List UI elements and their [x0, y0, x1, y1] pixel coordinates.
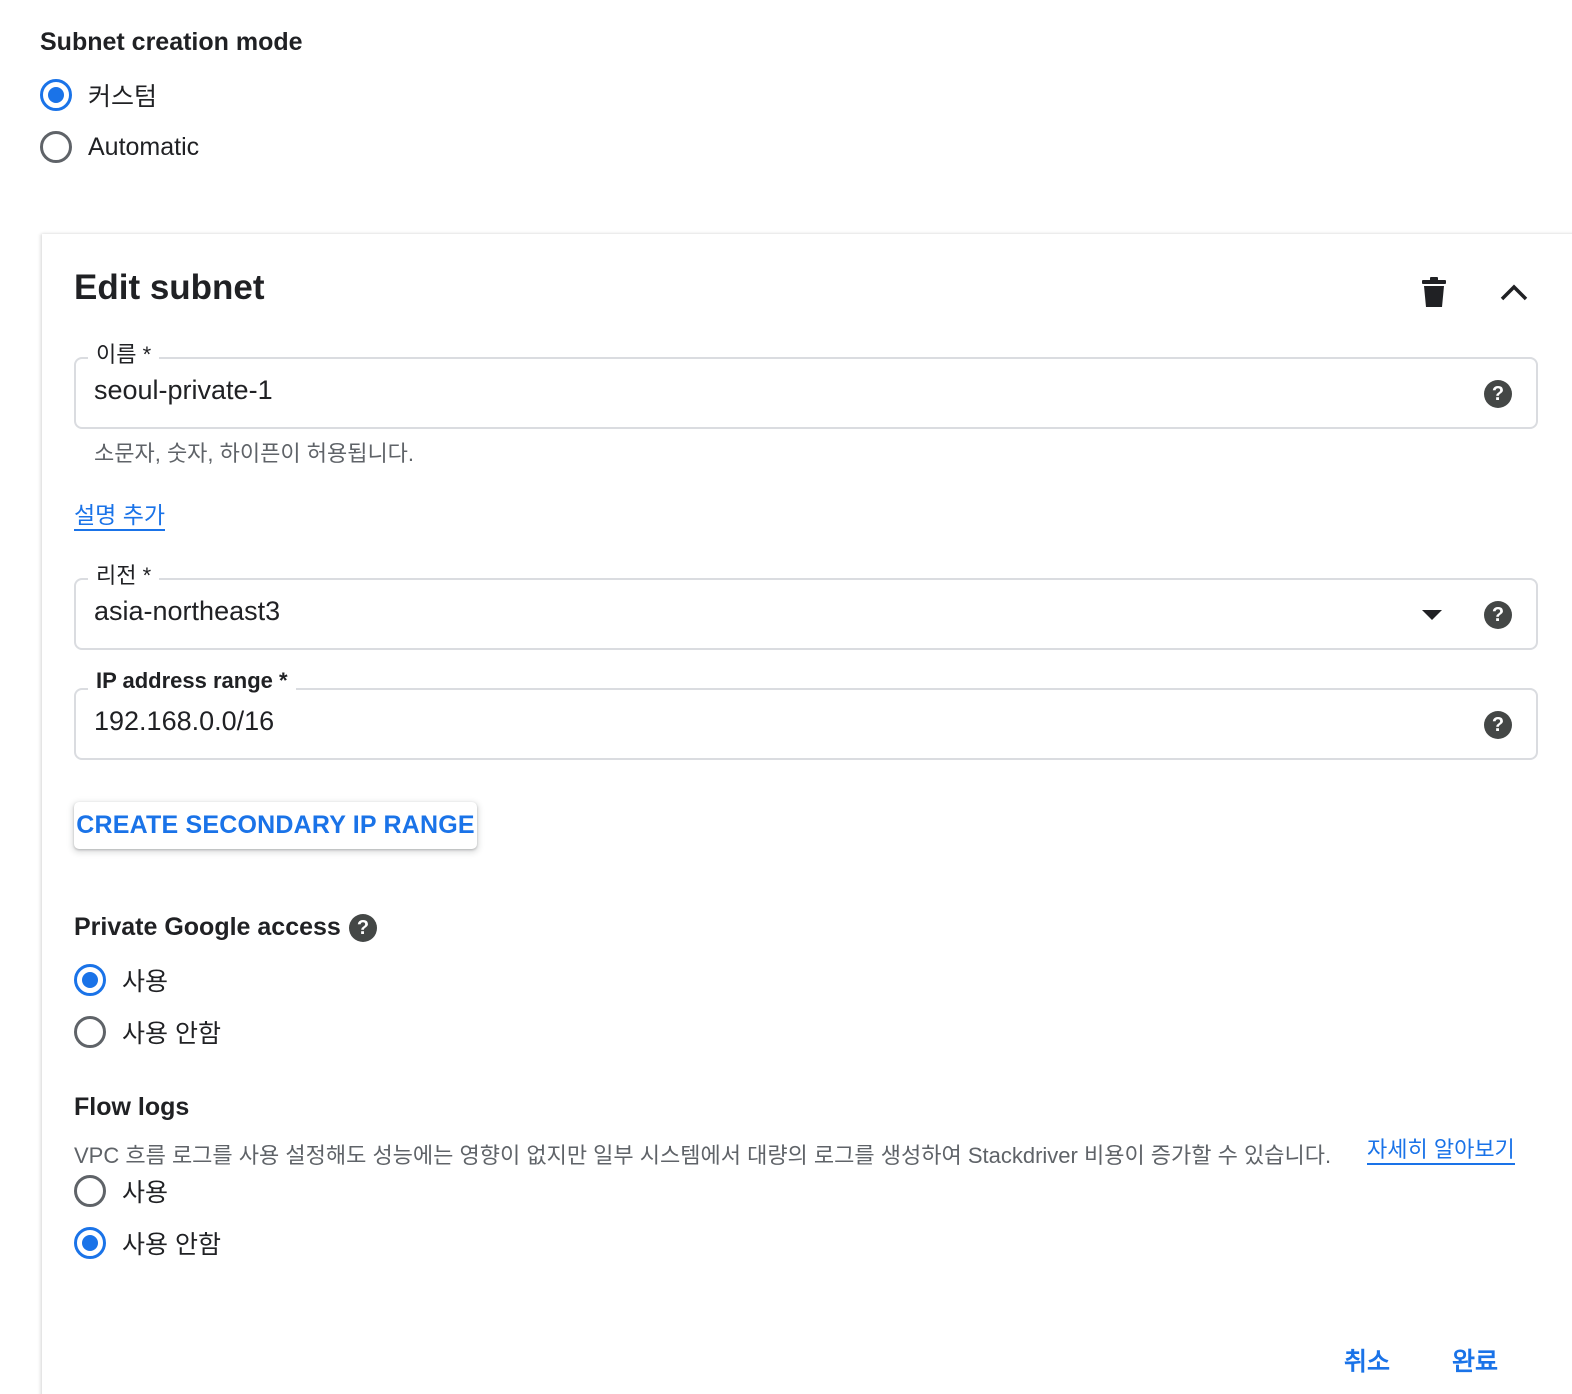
name-input[interactable] [94, 375, 1424, 406]
region-field-label: 리전 * [88, 558, 160, 590]
radio-option-pga-off[interactable]: 사용 안함 [74, 1014, 221, 1050]
radio-label-custom: 커스텀 [88, 83, 158, 111]
flow-logs-description: VPC 흐름 로그를 사용 설정해도 성능에는 영향이 없지만 일부 시스템에서… [74, 1143, 1332, 1168]
ip-range-input[interactable] [94, 706, 1424, 737]
arrow-drop-down-icon[interactable] [1422, 610, 1442, 620]
learn-more-link[interactable]: 자세히 알아보기 [1367, 1137, 1515, 1166]
region-select[interactable]: 리전 * asia-northeast3 ? [74, 558, 1538, 650]
add-description-link[interactable]: 설명 추가 [74, 502, 166, 532]
radio-button-checked[interactable] [74, 964, 106, 996]
flow-logs-title: Flow logs [74, 1093, 190, 1121]
radio-option-automatic[interactable]: Automatic [40, 129, 199, 165]
radio-option-flow-logs-on[interactable]: 사용 [74, 1173, 168, 1209]
radio-button-unchecked[interactable] [74, 1175, 106, 1207]
radio-button-unchecked[interactable] [74, 1016, 106, 1048]
chevron-up-icon [1500, 284, 1528, 301]
radio-label-flow-logs-off: 사용 안함 [122, 1231, 221, 1259]
help-icon[interactable]: ? [1484, 601, 1512, 629]
cancel-button[interactable]: 취소 [1344, 1342, 1390, 1378]
edit-subnet-title: Edit subnet [74, 268, 265, 307]
radio-label-flow-logs-on: 사용 [122, 1179, 169, 1207]
help-icon[interactable]: ? [349, 914, 377, 942]
name-field-label: 이름 * [88, 337, 160, 369]
name-field-hint: 소문자, 숫자, 하이픈이 허용됩니다. [94, 441, 415, 466]
radio-label-automatic: Automatic [88, 132, 200, 161]
radio-label-pga-off: 사용 안함 [122, 1020, 221, 1048]
done-button[interactable]: 완료 [1452, 1342, 1498, 1378]
radio-option-custom[interactable]: 커스텀 [40, 77, 157, 113]
ip-range-field-label: IP address range * [88, 668, 296, 694]
radio-option-flow-logs-off[interactable]: 사용 안함 [74, 1225, 221, 1261]
name-field[interactable]: 이름 * ? [74, 337, 1538, 429]
private-google-access-title: Private Google access [74, 913, 341, 941]
radio-label-pga-on: 사용 [122, 968, 169, 996]
radio-button-unchecked[interactable] [40, 131, 72, 163]
create-secondary-ip-range-button[interactable]: CREATE SECONDARY IP RANGE [74, 802, 477, 849]
delete-subnet-button[interactable] [1412, 270, 1456, 314]
region-value: asia-northeast3 [94, 596, 281, 626]
subnet-creation-mode-title: Subnet creation mode [40, 28, 303, 56]
vpc-subnet-form: Subnet creation mode 커스텀 Automatic Edit … [0, 0, 1572, 1394]
help-icon[interactable]: ? [1484, 711, 1512, 739]
radio-button-checked[interactable] [74, 1227, 106, 1259]
ip-range-field[interactable]: IP address range * ? [74, 668, 1538, 760]
help-icon[interactable]: ? [1484, 380, 1512, 408]
radio-button-checked[interactable] [40, 79, 72, 111]
radio-option-pga-on[interactable]: 사용 [74, 962, 168, 998]
collapse-button[interactable] [1492, 270, 1536, 314]
trash-icon [1422, 277, 1446, 307]
